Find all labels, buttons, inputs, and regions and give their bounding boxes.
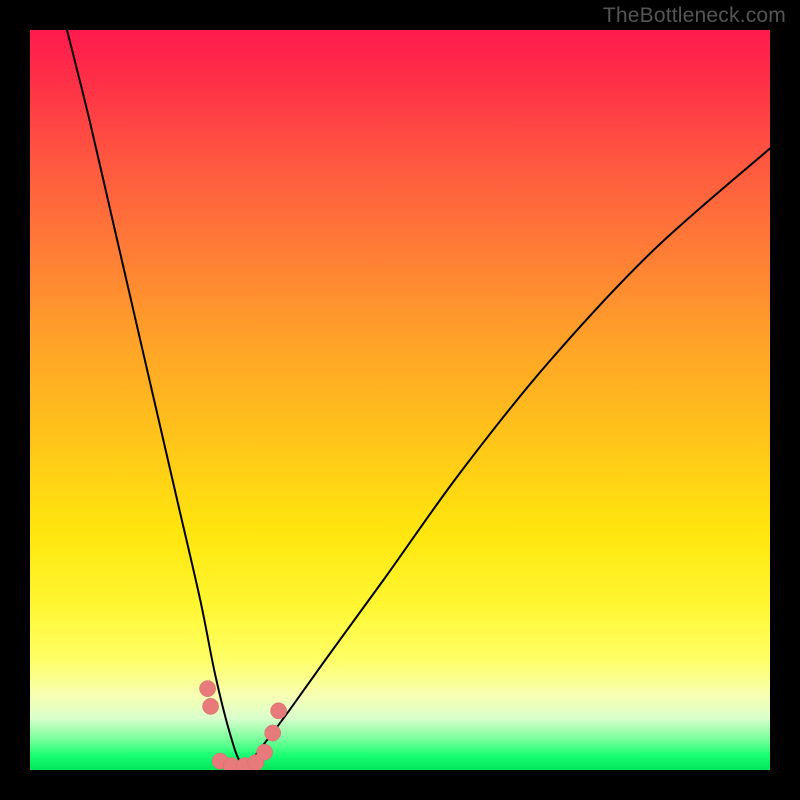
chart-svg — [30, 30, 770, 770]
outer-frame: TheBottleneck.com — [0, 0, 800, 800]
plot-area — [30, 30, 770, 770]
curve-marker — [271, 703, 287, 719]
watermark-text: TheBottleneck.com — [603, 4, 786, 28]
curve-marker — [203, 698, 219, 714]
curve-marker — [257, 744, 273, 760]
curve-markers — [200, 681, 287, 771]
curve-marker — [265, 725, 281, 741]
curve-marker — [200, 681, 216, 697]
bottleneck-curve — [67, 30, 770, 764]
